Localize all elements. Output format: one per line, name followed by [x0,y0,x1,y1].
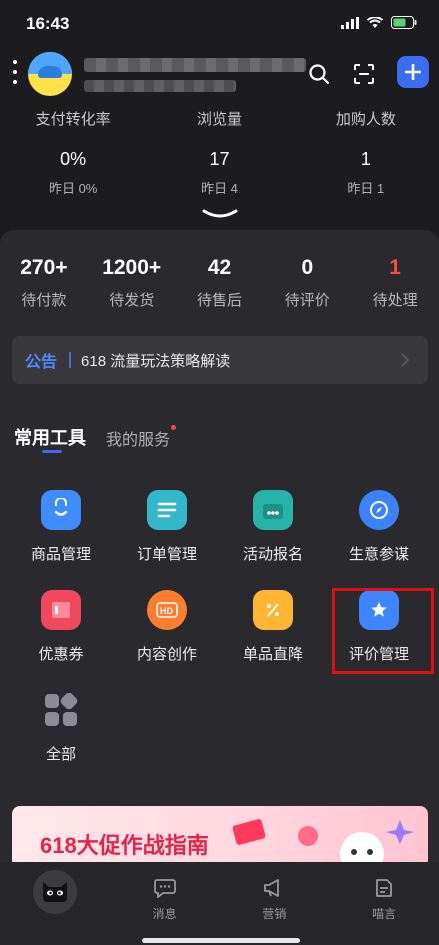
status-time: 16:43 [26,14,70,33]
avatar[interactable] [28,52,72,96]
stat-previous: 昨日 0% [48,181,98,196]
scan-icon[interactable] [350,60,378,88]
tool-label: 生意参谋 [348,546,409,563]
tool-all[interactable]: 全部 [11,690,111,765]
shop-subtitle-blurred [84,80,236,92]
highlight-box [332,588,434,674]
search-icon[interactable] [305,60,333,88]
announcement-tag: 公告 [25,354,58,371]
stat-value: 1 [360,149,371,169]
stats-summary: 支付转化率 0% 昨日 0% 浏览量 17 昨日 4 加购人数 1 昨日 1 [0,110,439,210]
stat-add-to-cart[interactable]: 加购人数 1 昨日 1 [293,110,439,210]
add-button[interactable] [397,56,429,88]
tool-label: 订单管理 [136,546,197,563]
compass-icon [359,490,399,530]
hd-video-icon: HD [147,590,187,630]
status-icons [341,16,417,29]
tool-label: 优惠券 [38,646,84,663]
shop-name-blurred [84,58,306,72]
discount-ticket-icon [253,590,293,630]
stat-label: 浏览量 [196,111,242,128]
tab-label: 我的服务 [106,432,171,449]
order-pending-review[interactable]: 0 待评价 [263,255,351,319]
banner-title: 618大促作战指南 [40,833,209,858]
activity-signup-icon [253,490,293,530]
order-label: 待售后 [196,292,242,309]
tool-content-creation[interactable]: HD 内容创作 [117,590,217,665]
tab-label: 喵言 [372,907,397,921]
stat-label: 支付转化率 [35,111,111,128]
tab-common-tools[interactable]: 常用工具 [14,424,86,453]
tab-label: 消息 [152,907,177,921]
stat-previous: 昨日 1 [347,181,385,196]
order-label: 待发货 [109,292,155,309]
signal-icon [341,16,359,29]
stat-value: 17 [209,149,230,169]
tool-label: 全部 [45,746,76,763]
tab-label: 营销 [262,907,287,921]
tool-label: 单品直降 [242,646,303,663]
stat-page-views[interactable]: 浏览量 17 昨日 4 [146,110,292,210]
tab-messages[interactable]: 消息 [110,862,220,945]
order-count: 270+ [20,256,68,279]
tool-product-management[interactable]: 商品管理 [11,490,111,565]
order-list-icon [147,490,187,530]
order-pending-payment[interactable]: 270+ 待付款 [0,255,88,319]
shopping-bag-icon [41,490,81,530]
order-count: 1 [389,256,401,279]
grid-all-icon [41,690,81,730]
divider [69,352,72,368]
home-cat-icon[interactable] [33,870,77,914]
stat-previous: 昨日 4 [201,181,238,196]
tool-label: 商品管理 [30,546,91,563]
tool-coupon[interactable]: 优惠券 [11,590,111,665]
announcement-bar[interactable]: 公告 618 流量玩法策略解读 [12,336,428,384]
more-menu-icon[interactable] [12,60,18,84]
order-count: 42 [207,256,232,279]
promo-graphic-icon [232,819,414,868]
order-label: 待付款 [21,292,67,309]
tab-label: 常用工具 [14,428,86,448]
tab-underline [42,450,62,453]
notes-icon [329,874,439,902]
stat-label: 加购人数 [335,111,396,128]
chevron-right-icon [401,353,410,367]
notification-dot [171,425,177,430]
status-bar: 16:43 [0,0,439,48]
promo-banner[interactable]: 618大促作战指南 [12,806,428,868]
tools-tabs: 常用工具 我的服务 [14,424,177,458]
tool-price-drop[interactable]: 单品直降 [223,590,323,665]
tool-label: 活动报名 [242,546,303,563]
svg-text:HD: HD [160,606,173,616]
megaphone-icon [220,874,330,902]
battery-icon [391,16,417,29]
stat-conversion-rate[interactable]: 支付转化率 0% 昨日 0% [0,110,146,210]
order-count: 0 [301,256,314,279]
top-header [0,48,439,102]
stat-value: 0% [60,149,87,169]
order-pending-shipment[interactable]: 1200+ 待发货 [88,255,176,319]
order-count: 1200+ [102,256,162,279]
tab-miaoyan[interactable]: 喵言 [329,862,439,945]
plus-icon [405,64,421,80]
tool-business-advisor[interactable]: 生意参谋 [329,490,429,565]
order-label: 待评价 [284,292,330,309]
wifi-icon [367,16,383,28]
message-icon [110,874,220,902]
tool-label: 内容创作 [136,646,197,663]
coupon-icon [41,590,81,630]
order-to-handle[interactable]: 1 待处理 [351,255,439,319]
order-status-row: 270+ 待付款 1200+ 待发货 42 待售后 0 待评价 1 待处理 [0,255,439,319]
announcement-text: 618 流量玩法策略解读 [81,352,231,370]
order-label: 待处理 [372,292,418,309]
order-after-sales[interactable]: 42 待售后 [176,255,264,319]
chevron-down-icon[interactable] [200,208,240,222]
tool-order-management[interactable]: 订单管理 [117,490,217,565]
tab-marketing[interactable]: 营销 [220,862,330,945]
tab-my-services[interactable]: 我的服务 [106,425,177,450]
home-indicator [142,938,300,943]
tool-activity-signup[interactable]: 活动报名 [223,490,323,565]
